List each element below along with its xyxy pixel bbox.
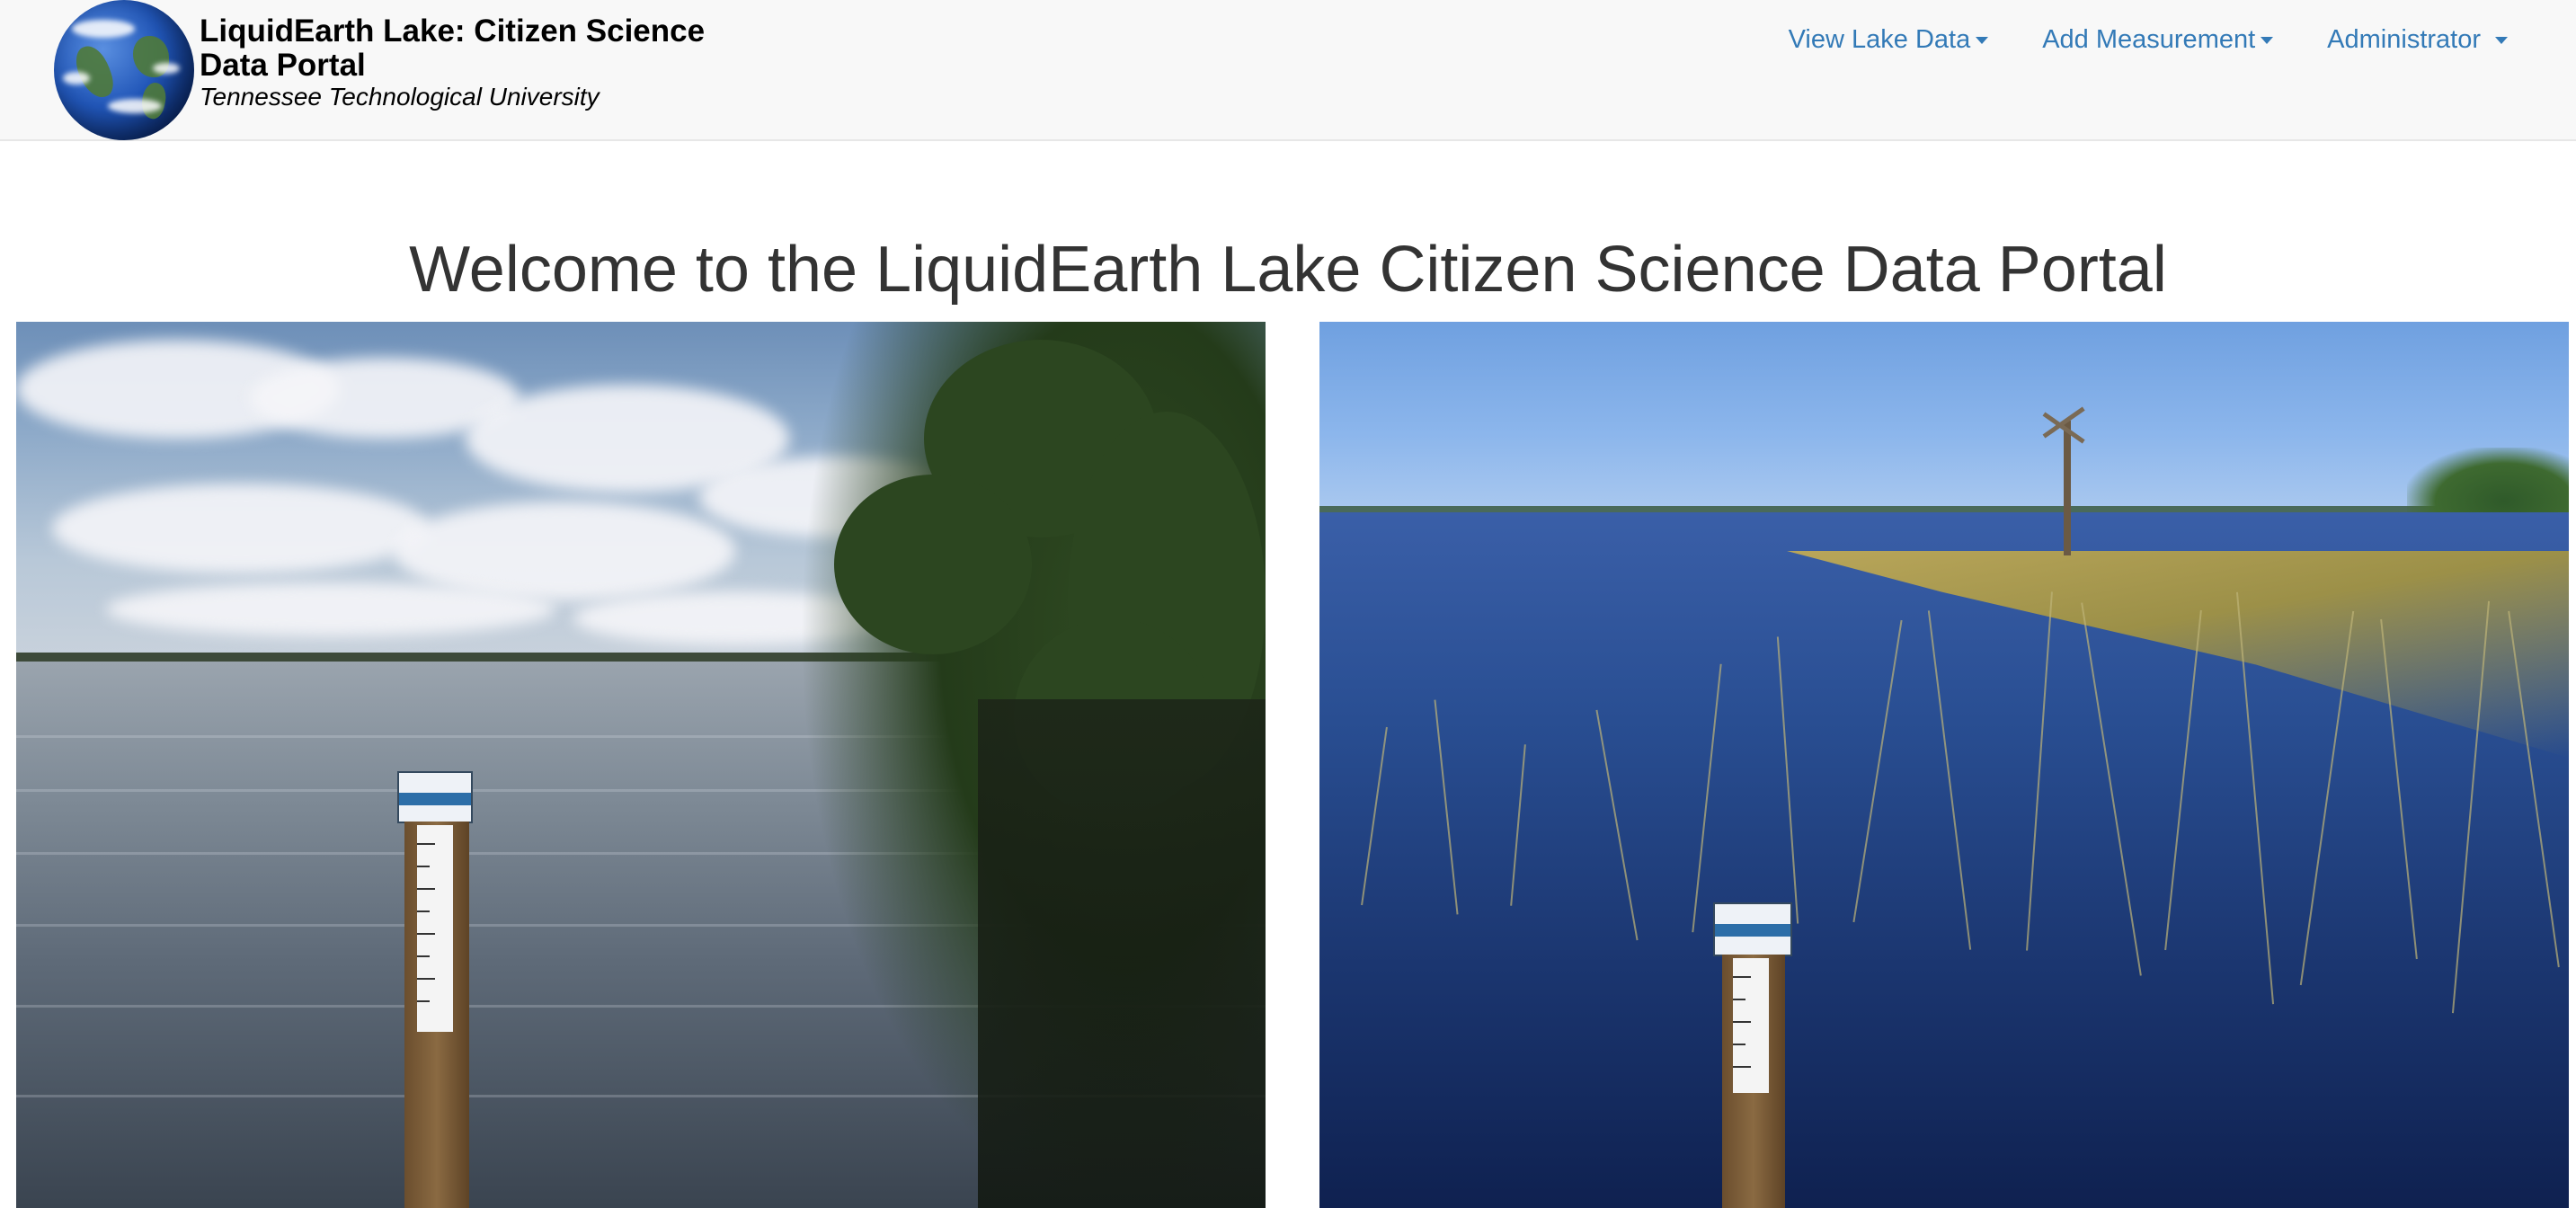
chevron-down-icon: [2261, 36, 2274, 44]
administrator-dropdown[interactable]: Administrator: [2300, 25, 2535, 55]
view-lake-data-dropdown[interactable]: View Lake Data: [1762, 25, 2016, 55]
view-lake-data-label: View Lake Data: [1788, 25, 1971, 54]
add-measurement-label: Add Measurement: [2042, 25, 2256, 54]
site-title[interactable]: LiquidEarth Lake: Citizen Science Data P…: [200, 14, 739, 83]
globe-logo-icon: [54, 0, 194, 140]
site-subtitle: Tennessee Technological University: [200, 83, 600, 111]
navbar: LiquidEarth Lake: Citizen Science Data P…: [0, 0, 2576, 141]
lake-level-sign: [1713, 902, 1792, 956]
lake-level-sign: [397, 771, 473, 823]
main-nav: View Lake Data Add Measurement Administr…: [1762, 25, 2535, 55]
brand-text: LiquidEarth Lake: Citizen Science Data P…: [200, 14, 739, 111]
chevron-down-icon: [1976, 36, 1989, 44]
lake-photo-marsh: [1319, 322, 2569, 1208]
lake-photo-cloudy: [16, 322, 1266, 1208]
chevron-down-icon: [2495, 36, 2508, 44]
add-measurement-dropdown[interactable]: Add Measurement: [2015, 25, 2300, 55]
page-title: Welcome to the LiquidEarth Lake Citizen …: [409, 234, 2167, 306]
administrator-label: Administrator: [2327, 25, 2481, 54]
brand[interactable]: LiquidEarth Lake: Citizen Science Data P…: [54, 0, 739, 141]
